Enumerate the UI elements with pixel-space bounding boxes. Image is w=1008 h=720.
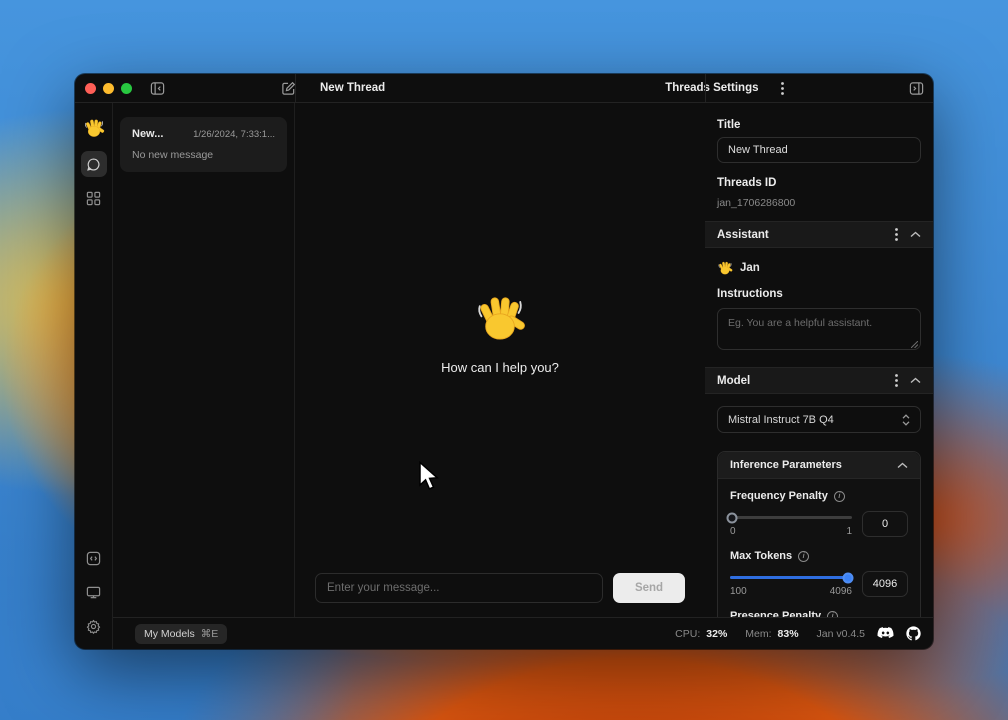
send-button[interactable]: Send bbox=[613, 573, 685, 603]
message-composer: Send bbox=[315, 573, 685, 603]
titlebar-divider bbox=[295, 74, 296, 102]
thread-title-input[interactable] bbox=[717, 137, 921, 163]
max-tokens-min: 100 bbox=[730, 586, 747, 597]
mem-label: Mem: bbox=[745, 628, 771, 640]
jan-avatar-wave-icon bbox=[717, 260, 733, 276]
panel-title: Threads Settings bbox=[665, 82, 758, 94]
assistant-header-label: Assistant bbox=[717, 229, 895, 241]
jan-logo-wave-icon[interactable] bbox=[81, 115, 107, 141]
close-window-button[interactable] bbox=[85, 83, 96, 94]
frequency-penalty-slider-thumb[interactable] bbox=[727, 512, 738, 523]
assistant-kebab-icon[interactable] bbox=[895, 228, 898, 241]
collapse-left-panel-icon[interactable] bbox=[150, 81, 165, 96]
thread-item-preview: No new message bbox=[132, 149, 275, 161]
app-version: Jan v0.4.5 bbox=[817, 628, 865, 640]
assistant-section-header[interactable]: Assistant bbox=[705, 221, 933, 248]
thread-list: New... 1/26/2024, 7:33:1... No new messa… bbox=[113, 103, 295, 617]
cpu-value: 32% bbox=[706, 628, 727, 640]
textarea-resize-grip[interactable] bbox=[911, 341, 918, 348]
frequency-penalty-max: 1 bbox=[846, 526, 852, 537]
empty-state-greeting: How can I help you? bbox=[295, 291, 705, 375]
collapse-right-panel-icon[interactable] bbox=[909, 81, 924, 96]
thread-item-timestamp: 1/26/2024, 7:33:1... bbox=[193, 129, 275, 140]
threads-id-label: Threads ID bbox=[717, 177, 921, 189]
chat-threads-nav-icon[interactable] bbox=[81, 151, 107, 177]
assistant-collapse-chevron-icon[interactable] bbox=[910, 231, 921, 238]
max-tokens-slider-thumb[interactable] bbox=[843, 572, 854, 583]
github-icon[interactable] bbox=[906, 626, 921, 641]
main-thread-title: New Thread bbox=[320, 82, 385, 94]
threads-settings-panel: Title Threads ID jan_1706286800 Assistan… bbox=[705, 103, 933, 617]
my-models-button[interactable]: My Models ⌘E bbox=[135, 624, 227, 644]
chat-area: How can I help you? Send bbox=[295, 103, 705, 617]
titlebar-divider bbox=[705, 74, 706, 102]
model-collapse-chevron-icon[interactable] bbox=[910, 377, 921, 384]
max-tokens-info-icon[interactable]: i bbox=[798, 551, 809, 562]
system-monitor-icon[interactable] bbox=[81, 579, 107, 605]
frequency-penalty-info-icon[interactable]: i bbox=[834, 491, 845, 502]
frequency-penalty-min: 0 bbox=[730, 526, 736, 537]
left-rail bbox=[75, 103, 113, 649]
model-select-value: Mistral Instruct 7B Q4 bbox=[728, 414, 902, 426]
max-tokens-label: Max Tokens bbox=[730, 550, 792, 562]
discord-icon[interactable] bbox=[877, 627, 894, 640]
inference-parameters-label: Inference Parameters bbox=[730, 459, 897, 471]
threads-id-value: jan_1706286800 bbox=[717, 197, 921, 209]
model-section-header[interactable]: Model bbox=[705, 367, 933, 394]
threads-settings-kebab-icon[interactable] bbox=[781, 82, 784, 95]
settings-gear-icon[interactable] bbox=[81, 613, 107, 639]
frequency-penalty-label: Frequency Penalty bbox=[730, 490, 828, 502]
model-kebab-icon[interactable] bbox=[895, 374, 898, 387]
instructions-textarea[interactable] bbox=[717, 308, 921, 350]
greeting-text: How can I help you? bbox=[295, 360, 705, 375]
inference-collapse-chevron-icon[interactable] bbox=[897, 462, 908, 469]
desktop-wallpaper: New Thread Threads Settings bbox=[0, 0, 1008, 720]
cpu-label: CPU: bbox=[675, 628, 700, 640]
new-thread-pencil-icon[interactable] bbox=[281, 81, 296, 96]
thread-item-title: New... bbox=[132, 128, 163, 140]
frequency-penalty-value-input[interactable]: 0 bbox=[862, 511, 908, 537]
assistant-identity: Jan bbox=[717, 260, 921, 276]
instructions-label: Instructions bbox=[717, 288, 921, 300]
presence-penalty-label: Presence Penalty bbox=[730, 610, 821, 617]
traffic-lights bbox=[85, 83, 132, 94]
titlebar: New Thread Threads Settings bbox=[75, 74, 933, 103]
minimize-window-button[interactable] bbox=[103, 83, 114, 94]
my-models-shortcut: ⌘E bbox=[201, 628, 219, 640]
my-models-label: My Models bbox=[144, 628, 195, 640]
wave-hand-icon bbox=[473, 291, 527, 345]
jan-app-window: New Thread Threads Settings bbox=[75, 74, 933, 649]
max-tokens-max: 4096 bbox=[830, 586, 852, 597]
local-api-server-icon[interactable] bbox=[81, 545, 107, 571]
select-updown-chevron-icon bbox=[902, 414, 910, 426]
thread-list-item[interactable]: New... 1/26/2024, 7:33:1... No new messa… bbox=[120, 117, 287, 172]
message-input[interactable] bbox=[315, 573, 603, 603]
max-tokens-value-input[interactable]: 4096 bbox=[862, 571, 908, 597]
model-select[interactable]: Mistral Instruct 7B Q4 bbox=[717, 406, 921, 433]
mem-value: 83% bbox=[778, 628, 799, 640]
inference-parameters-card: Inference Parameters Frequency Penalty i bbox=[717, 451, 921, 617]
title-label: Title bbox=[717, 119, 921, 131]
frequency-penalty-slider[interactable] bbox=[730, 516, 852, 519]
zoom-window-button[interactable] bbox=[121, 83, 132, 94]
hub-grid-nav-icon[interactable] bbox=[81, 185, 107, 211]
assistant-name: Jan bbox=[740, 262, 760, 274]
model-header-label: Model bbox=[717, 375, 895, 387]
mouse-cursor bbox=[418, 461, 440, 491]
max-tokens-slider[interactable] bbox=[730, 576, 852, 579]
status-bar: My Models ⌘E CPU: 32% Mem: 83% Jan v0.4.… bbox=[113, 617, 933, 649]
inference-parameters-header[interactable]: Inference Parameters bbox=[718, 452, 920, 479]
